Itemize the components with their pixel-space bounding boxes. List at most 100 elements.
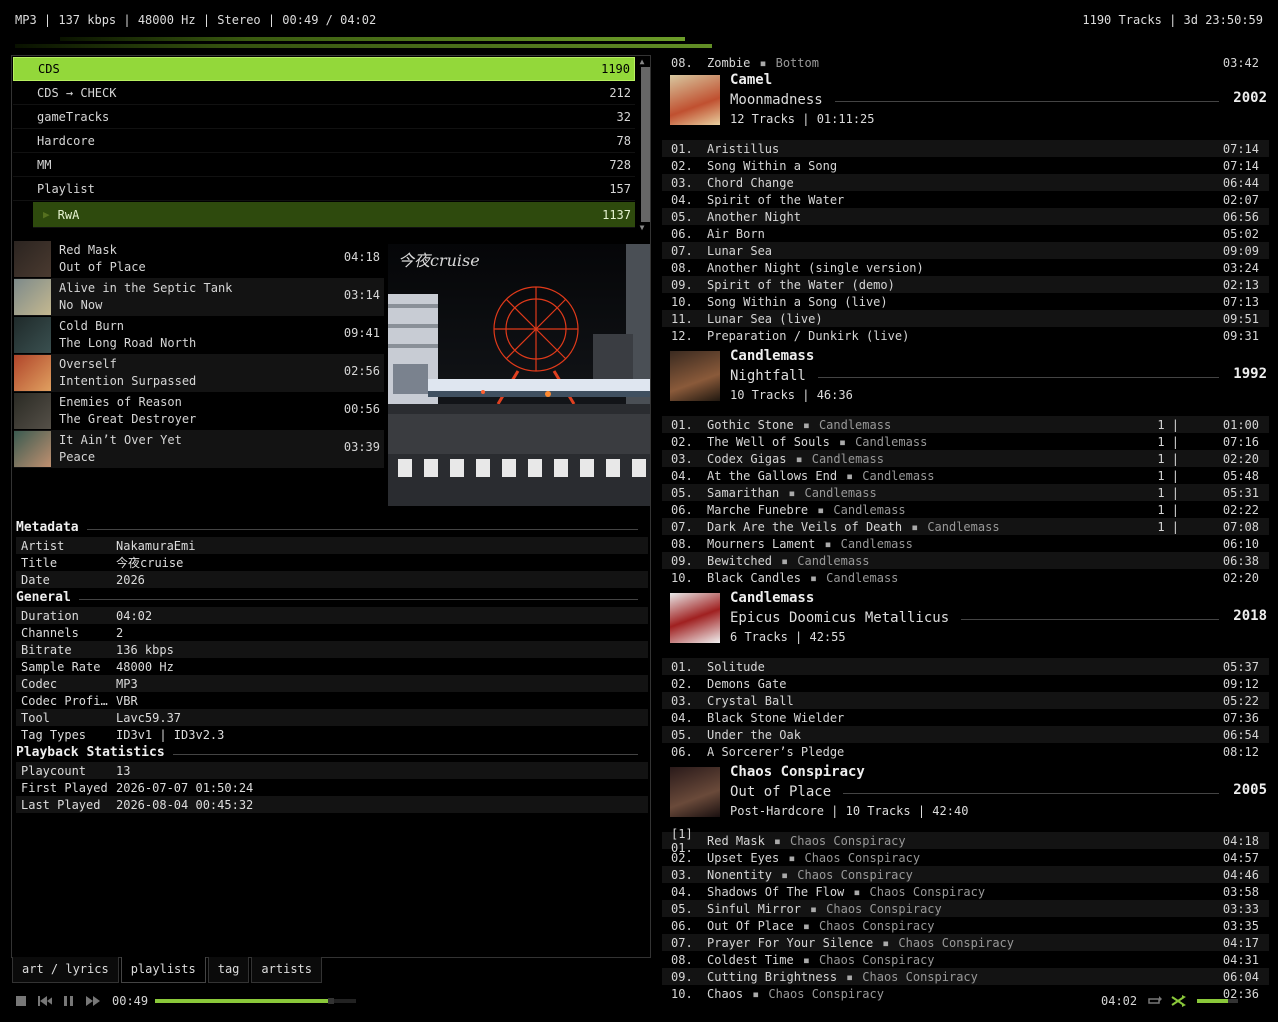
track-row[interactable]: 08. Zombie ▪ Bottom 03:42 bbox=[662, 55, 1269, 70]
track-row[interactable]: 08. Mourners Lament ▪ Candlemass 06:10 bbox=[662, 535, 1269, 552]
track-row[interactable]: 05. Samarithan ▪ Candlemass 1 | 05:31 bbox=[662, 484, 1269, 501]
track-row[interactable]: 07. Prayer For Your Silence ▪ Chaos Conspir… bbox=[662, 934, 1269, 951]
playlist-item[interactable]: gameTracks 32 bbox=[13, 105, 635, 129]
track-row[interactable]: [1] 01. Red Mask ▪ Chaos Conspiracy 04:18 bbox=[662, 827, 1269, 855]
track-row[interactable]: 01. Aristillus 07:14 bbox=[662, 140, 1269, 157]
track-number: 09. bbox=[671, 277, 693, 292]
track-row[interactable]: 05. Under the Oak 06:54 bbox=[662, 726, 1269, 743]
separator-dot: ▪ bbox=[846, 969, 854, 984]
track-row[interactable]: 05. Another Night 06:56 bbox=[662, 208, 1269, 225]
recent-track-row[interactable]: Red Mask Out of Place 04:18 bbox=[14, 240, 384, 278]
tab-art-lyrics[interactable]: art / lyrics bbox=[12, 957, 119, 983]
album-header[interactable]: Camel Moonmadness 12 Tracks | 01:11:25 2002 bbox=[662, 70, 1269, 140]
visualizer-bar bbox=[60, 37, 685, 41]
recent-track-row[interactable]: Enemies of Reason The Great Destroyer 00:5… bbox=[14, 392, 384, 430]
track-row[interactable]: 09. Spirit of the Water (demo) 02:13 bbox=[662, 276, 1269, 293]
previous-icon[interactable] bbox=[38, 995, 52, 1007]
track-row[interactable]: 02. Upset Eyes ▪ Chaos Conspiracy 04:57 bbox=[662, 849, 1269, 866]
next-icon[interactable] bbox=[86, 995, 100, 1007]
track-row[interactable]: 09. Bewitched ▪ Candlemass 06:38 bbox=[662, 552, 1269, 569]
track-row[interactable]: 04. Black Stone Wielder 07:36 bbox=[662, 709, 1269, 726]
track-artist: Chaos Conspiracy bbox=[804, 850, 921, 865]
track-number: 11. bbox=[671, 311, 693, 326]
track-artist: Chaos Conspiracy bbox=[826, 901, 942, 916]
scroll-down-icon[interactable]: ▼ bbox=[636, 223, 648, 232]
track-row[interactable]: 03. Chord Change 06:44 bbox=[662, 174, 1269, 191]
track-row[interactable]: 04. Spirit of the Water 02:07 bbox=[662, 191, 1269, 208]
playlist-count: 1190 bbox=[601, 62, 630, 76]
track-duration: 07:08 bbox=[1222, 519, 1259, 534]
playlist-count: 1137 bbox=[602, 207, 631, 222]
pause-icon[interactable] bbox=[62, 995, 76, 1007]
metadata-value: 136 kbps bbox=[116, 642, 174, 657]
track-row[interactable]: 02. The Well of Souls ▪ Candlemass 1 | 07:16 bbox=[662, 433, 1269, 450]
track-duration: 04:18 bbox=[343, 250, 380, 264]
track-row[interactable]: 12. Preparation / Dunkirk (live) 09:31 bbox=[662, 327, 1269, 344]
track-title: Dark Are the Veils of Death bbox=[707, 519, 903, 534]
track-row[interactable]: 09. Cutting Brightness ▪ Chaos Conspiracy 06… bbox=[662, 968, 1269, 985]
track-row[interactable]: 02. Song Within a Song 07:14 bbox=[662, 157, 1269, 174]
track-row[interactable]: 01. Gothic Stone ▪ Candlemass 1 | 01:00 bbox=[662, 416, 1269, 433]
album-thumbnail bbox=[14, 431, 51, 467]
elapsed-time: 00:49 bbox=[112, 994, 149, 1008]
track-title: Under the Oak bbox=[707, 727, 801, 742]
playlist-item[interactable]: ▶ RwA 1137 bbox=[33, 202, 635, 228]
track-row[interactable]: 03. Nonentity ▪ Chaos Conspiracy 04:46 bbox=[662, 866, 1269, 883]
disc-number: 1 | bbox=[1157, 468, 1179, 483]
track-row[interactable]: 07. Dark Are the Veils of Death ▪ Candlemas… bbox=[662, 518, 1269, 535]
recent-track-row[interactable]: It Ain’t Over Yet Peace 03:39 bbox=[14, 430, 384, 468]
track-row[interactable]: 06. Marche Funebre ▪ Candlemass 1 | 02:22 bbox=[662, 501, 1269, 518]
metadata-row: Codec Profi… VBR bbox=[16, 692, 648, 709]
playlist-item[interactable]: Hardcore 78 bbox=[13, 129, 635, 153]
track-row[interactable]: 06. Air Born 05:02 bbox=[662, 225, 1269, 242]
track-title: Zombie bbox=[707, 55, 751, 70]
track-title: Cutting Brightness bbox=[707, 969, 838, 984]
album-header[interactable]: Chaos Conspiracy Out of Place Post-Hardcor… bbox=[662, 762, 1269, 832]
track-row[interactable]: 03. Codex Gigas ▪ Candlemass 1 | 02:20 bbox=[662, 450, 1269, 467]
track-row[interactable]: 08. Another Night (single version) 03:24 bbox=[662, 259, 1269, 276]
track-row[interactable]: 06. Out Of Place ▪ Chaos Conspiracy 03:35 bbox=[662, 917, 1269, 934]
metadata-row: Tool Lavc59.37 bbox=[16, 709, 648, 726]
recent-track-row[interactable]: Overself Intention Surpassed 02:56 bbox=[14, 354, 384, 392]
album-cover bbox=[670, 351, 720, 401]
playlist-item[interactable]: Playlist 157 bbox=[13, 177, 635, 201]
metadata-value: ID3v1 | ID3v2.3 bbox=[116, 727, 225, 742]
tab-playlists[interactable]: playlists bbox=[120, 957, 206, 983]
track-number: 09. bbox=[671, 553, 693, 568]
track-row[interactable]: 01. Solitude 05:37 bbox=[662, 658, 1269, 675]
track-row[interactable]: 10. Song Within a Song (live) 07:13 bbox=[662, 293, 1269, 310]
track-row[interactable]: 08. Coldest Time ▪ Chaos Conspiracy 04:31 bbox=[662, 951, 1269, 968]
track-row[interactable]: 06. A Sorcerer’s Pledge 08:12 bbox=[662, 743, 1269, 760]
playlist-scrollbar[interactable]: ▲ ▼ bbox=[636, 57, 650, 232]
track-row[interactable]: 05. Sinful Mirror ▪ Chaos Conspiracy 03:33 bbox=[662, 900, 1269, 917]
track-title: Black Candles bbox=[707, 570, 801, 585]
playlist-item[interactable]: CDS 1190 bbox=[13, 57, 635, 81]
scroll-up-icon[interactable]: ▲ bbox=[636, 57, 648, 66]
track-duration: 09:12 bbox=[1222, 676, 1259, 691]
recent-track-row[interactable]: Cold Burn The Long Road North 09:41 bbox=[14, 316, 384, 354]
track-artist: Chaos Conspiracy bbox=[768, 986, 884, 1001]
track-row[interactable]: 10. Black Candles ▪ Candlemass 02:20 bbox=[662, 569, 1269, 586]
track-row[interactable]: 10. Chaos ▪ Chaos Conspiracy 02:36 bbox=[662, 985, 1269, 1002]
tab-artists[interactable]: artists bbox=[251, 957, 322, 983]
seek-bar[interactable] bbox=[155, 998, 356, 1004]
album-header[interactable]: Candlemass Nightfall 10 Tracks | 46:36 1992 bbox=[662, 346, 1269, 416]
track-row[interactable]: 03. Crystal Ball 05:22 bbox=[662, 692, 1269, 709]
tab-tag[interactable]: tag bbox=[207, 957, 250, 983]
track-title: Spirit of the Water (demo) bbox=[707, 277, 895, 292]
playlist-item[interactable]: MM 728 bbox=[13, 153, 635, 177]
track-row[interactable]: 02. Demons Gate 09:12 bbox=[662, 675, 1269, 692]
track-row[interactable]: 07. Lunar Sea 09:09 bbox=[662, 242, 1269, 259]
metadata-key: Artist bbox=[21, 538, 65, 553]
recent-track-row[interactable]: Alive in the Septic Tank No Now 03:14 bbox=[14, 278, 384, 316]
track-row[interactable]: 04. At the Gallows End ▪ Candlemass 1 | 05:48 bbox=[662, 467, 1269, 484]
track-number: 05. bbox=[671, 901, 693, 916]
track-row[interactable]: 04. Shadows Of The Flow ▪ Chaos Conspiracy 0… bbox=[662, 883, 1269, 900]
playlist-item[interactable]: CDS → CHECK 212 bbox=[13, 81, 635, 105]
track-row[interactable]: 11. Lunar Sea (live) 09:51 bbox=[662, 310, 1269, 327]
album-header[interactable]: Candlemass Epicus Doomicus Metallicus 6 Tr… bbox=[662, 588, 1269, 658]
track-duration: 05:02 bbox=[1222, 226, 1259, 241]
track-duration: 03:39 bbox=[343, 440, 380, 454]
stop-icon[interactable] bbox=[14, 995, 28, 1007]
track-artist: Chaos Conspiracy bbox=[818, 918, 935, 933]
